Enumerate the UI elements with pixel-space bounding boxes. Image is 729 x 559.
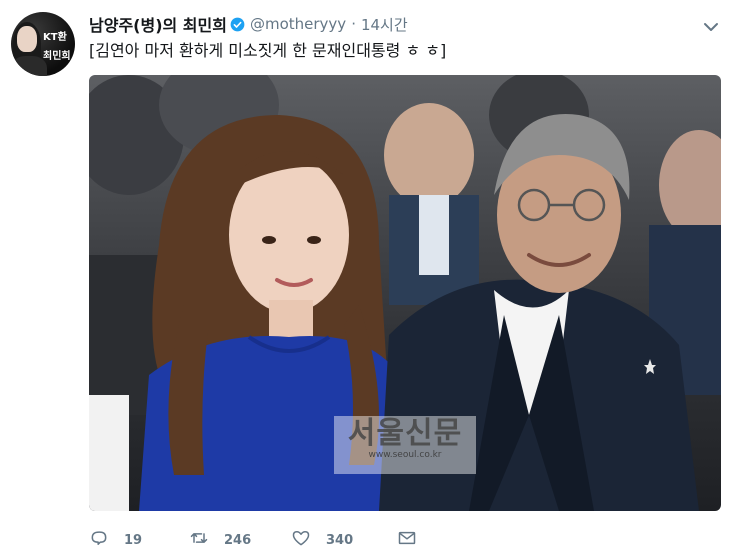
avatar-label-line-1: KT환 <box>43 32 67 43</box>
more-options-chevron-down-icon[interactable] <box>703 18 719 31</box>
tweet-photo[interactable]: 서울신문 www.seoul.co.kr <box>89 75 721 511</box>
reply-icon <box>89 528 109 552</box>
like-count: 340 <box>326 532 354 548</box>
avatar-label-line-2: 최민희 <box>43 51 71 62</box>
verified-badge-icon <box>230 17 245 32</box>
retweet-icon <box>189 528 209 552</box>
photo-watermark: 서울신문 www.seoul.co.kr <box>334 416 476 474</box>
display-name[interactable]: 남양주(병)의 최민희 <box>89 12 227 36</box>
envelope-icon <box>397 528 417 552</box>
tweet-text: [김연아 마저 환하게 미소짓게 한 문재인대통령 ㅎ ㅎ] <box>89 41 447 60</box>
tweet-header: 남양주(병)의 최민희 @motheryyy · 14시간 <box>89 13 408 35</box>
avatar-label: KT환 최민희 <box>43 28 75 66</box>
tweet-actions: 19 246 340 <box>89 529 417 551</box>
direct-message-button[interactable] <box>397 528 417 552</box>
separator-dot: · <box>351 15 356 33</box>
reply-button[interactable]: 19 <box>89 528 189 552</box>
retweet-count: 246 <box>224 532 252 548</box>
heart-icon <box>291 528 311 552</box>
retweet-button[interactable]: 246 <box>189 528 291 552</box>
like-button[interactable]: 340 <box>291 528 397 552</box>
user-handle[interactable]: @motheryyy <box>250 15 346 33</box>
avatar[interactable]: KT환 최민희 <box>11 12 75 76</box>
reply-count: 19 <box>124 532 143 548</box>
watermark-title: 서울신문 <box>347 416 463 451</box>
timestamp[interactable]: 14시간 <box>361 14 408 35</box>
avatar-body <box>11 56 47 76</box>
tweet: KT환 최민희 남양주(병)의 최민희 @motheryyy · 14시간 [김… <box>0 0 729 559</box>
avatar-face <box>17 26 37 52</box>
